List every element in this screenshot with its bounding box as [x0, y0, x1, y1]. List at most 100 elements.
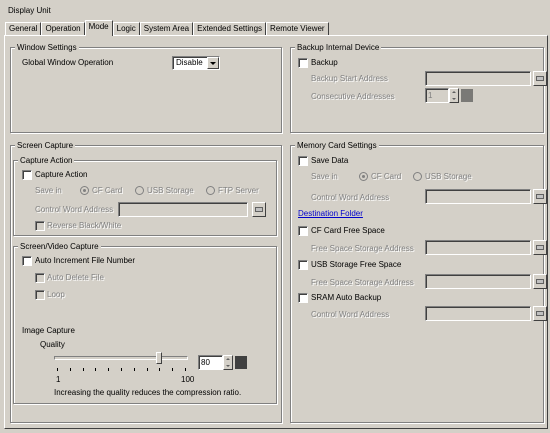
capture-radio-usb-storage[interactable]	[135, 186, 144, 195]
save-data-checkbox[interactable]	[298, 156, 308, 166]
consecutive-keypad-icon[interactable]	[461, 89, 473, 102]
capture-action-label: Capture Action	[35, 170, 88, 179]
global-window-operation-value: Disable	[176, 58, 203, 67]
slider-tick	[185, 368, 186, 371]
auto-increment-checkbox[interactable]	[22, 256, 32, 266]
loop-checkbox[interactable]	[35, 290, 45, 300]
slider-tick	[147, 368, 148, 371]
capture-radio-ftp-server[interactable]	[206, 186, 215, 195]
slider-tick	[70, 368, 71, 371]
backup-start-address-input[interactable]	[425, 71, 531, 86]
sram-control-word-label: Control Word Address	[311, 310, 390, 319]
memory-radio-cf-card[interactable]	[359, 172, 368, 181]
backup-start-address-keypad-button[interactable]	[533, 71, 547, 86]
sram-auto-backup-label: SRAM Auto Backup	[311, 293, 382, 302]
quality-max-label: 100	[181, 375, 195, 384]
quality-keypad-icon[interactable]	[235, 356, 247, 369]
capture-control-word-label: Control Word Address	[35, 205, 114, 214]
destination-folder-link[interactable]: Destination Folder	[298, 209, 363, 219]
screen-video-capture-title: Screen/Video Capture	[18, 242, 101, 251]
sram-control-word-keypad-button[interactable]	[533, 306, 547, 321]
tab-extended-settings[interactable]: Extended Settings	[193, 22, 267, 36]
memory-option-usb-storage: USB Storage	[425, 172, 472, 181]
global-window-operation-select[interactable]: Disable	[172, 56, 220, 70]
quality-note: Increasing the quality reduces the compr…	[54, 388, 242, 397]
save-data-label: Save Data	[311, 156, 349, 165]
cf-free-space-keypad-button[interactable]	[533, 240, 547, 255]
window-settings-title: Window Settings	[15, 43, 79, 52]
usb-storage-free-space-label: USB Storage Free Space	[311, 260, 402, 269]
quality-spinner[interactable]	[223, 355, 233, 370]
cf-free-space-storage-input[interactable]	[425, 240, 531, 255]
consecutive-addresses-spinner[interactable]	[449, 88, 459, 103]
auto-delete-checkbox[interactable]	[35, 273, 45, 283]
screen-video-capture-group: Screen/Video Capture	[13, 242, 277, 404]
slider-tick	[83, 368, 84, 371]
quality-slider[interactable]	[54, 352, 188, 378]
memory-option-cf-card: CF Card	[371, 172, 402, 181]
chevron-down-icon[interactable]	[207, 57, 219, 69]
tab-mode[interactable]: Mode	[84, 20, 113, 36]
keypad-icon	[536, 311, 544, 316]
global-window-operation-label: Global Window Operation	[22, 58, 114, 67]
slider-tick	[95, 368, 96, 371]
keypad-icon	[536, 76, 544, 81]
capture-option-usb-storage: USB Storage	[147, 186, 194, 195]
consecutive-addresses-input[interactable]: 1	[425, 88, 449, 103]
backup-label: Backup	[311, 58, 338, 67]
capture-action-checkbox[interactable]	[22, 170, 32, 180]
screen-capture-title: Screen Capture	[15, 141, 76, 150]
keypad-icon	[255, 207, 263, 212]
quality-value-input[interactable]: 80	[198, 355, 223, 370]
usb-free-space-keypad-button[interactable]	[533, 274, 547, 289]
cf-free-space-storage-label: Free Space Storage Address	[311, 244, 414, 253]
loop-label: Loop	[47, 290, 65, 299]
capture-radio-cf-card[interactable]	[80, 186, 89, 195]
slider-tick	[172, 368, 173, 371]
memory-control-word-input[interactable]	[425, 189, 531, 204]
capture-option-cf-card: CF Card	[92, 186, 123, 195]
tab-system-area[interactable]: System Area	[139, 22, 194, 36]
consecutive-addresses-label: Consecutive Addresses	[311, 92, 395, 101]
keypad-icon	[536, 279, 544, 284]
keypad-icon	[536, 245, 544, 250]
reverse-black-white-label: Reverse Black/White	[47, 221, 122, 230]
quality-label: Quality	[40, 340, 65, 349]
image-capture-label: Image Capture	[22, 326, 75, 335]
memory-control-word-label: Control Word Address	[311, 193, 390, 202]
backup-start-address-label: Backup Start Address	[311, 74, 388, 83]
auto-increment-label: Auto Increment File Number	[35, 256, 136, 265]
memory-card-settings-title: Memory Card Settings	[295, 141, 379, 150]
reverse-black-white-checkbox[interactable]	[35, 221, 45, 231]
tab-bar: General Operation Mode Logic System Area…	[5, 20, 329, 36]
usb-storage-free-space-checkbox[interactable]	[298, 260, 308, 270]
sram-auto-backup-checkbox[interactable]	[298, 293, 308, 303]
tab-general[interactable]: General	[5, 22, 42, 36]
tab-remote-viewer[interactable]: Remote Viewer	[266, 22, 329, 36]
slider-tick	[134, 368, 135, 371]
keypad-icon	[536, 194, 544, 199]
slider-tick	[108, 368, 109, 371]
sram-control-word-input[interactable]	[425, 306, 531, 321]
slider-tick	[159, 368, 160, 371]
capture-control-word-keypad-button[interactable]	[252, 202, 266, 217]
window-title: Display Unit	[8, 6, 51, 15]
quality-slider-track	[54, 356, 188, 360]
capture-save-in-label: Save in	[35, 186, 62, 195]
memory-radio-usb-storage[interactable]	[413, 172, 422, 181]
capture-control-word-input[interactable]	[118, 202, 248, 217]
capture-action-title: Capture Action	[18, 156, 75, 165]
cf-card-free-space-checkbox[interactable]	[298, 226, 308, 236]
tab-operation[interactable]: Operation	[41, 22, 85, 36]
usb-free-space-storage-input[interactable]	[425, 274, 531, 289]
auto-delete-label: Auto Delete File	[47, 273, 104, 282]
backup-internal-device-title: Backup Internal Device	[295, 43, 382, 52]
memory-save-in-label: Save in	[311, 172, 338, 181]
slider-tick	[57, 368, 58, 371]
backup-checkbox[interactable]	[298, 58, 308, 68]
tab-logic[interactable]: Logic	[112, 22, 140, 36]
memory-control-word-keypad-button[interactable]	[533, 189, 547, 204]
quality-slider-thumb[interactable]	[156, 352, 162, 364]
slider-tick	[121, 368, 122, 371]
cf-card-free-space-label: CF Card Free Space	[311, 226, 385, 235]
